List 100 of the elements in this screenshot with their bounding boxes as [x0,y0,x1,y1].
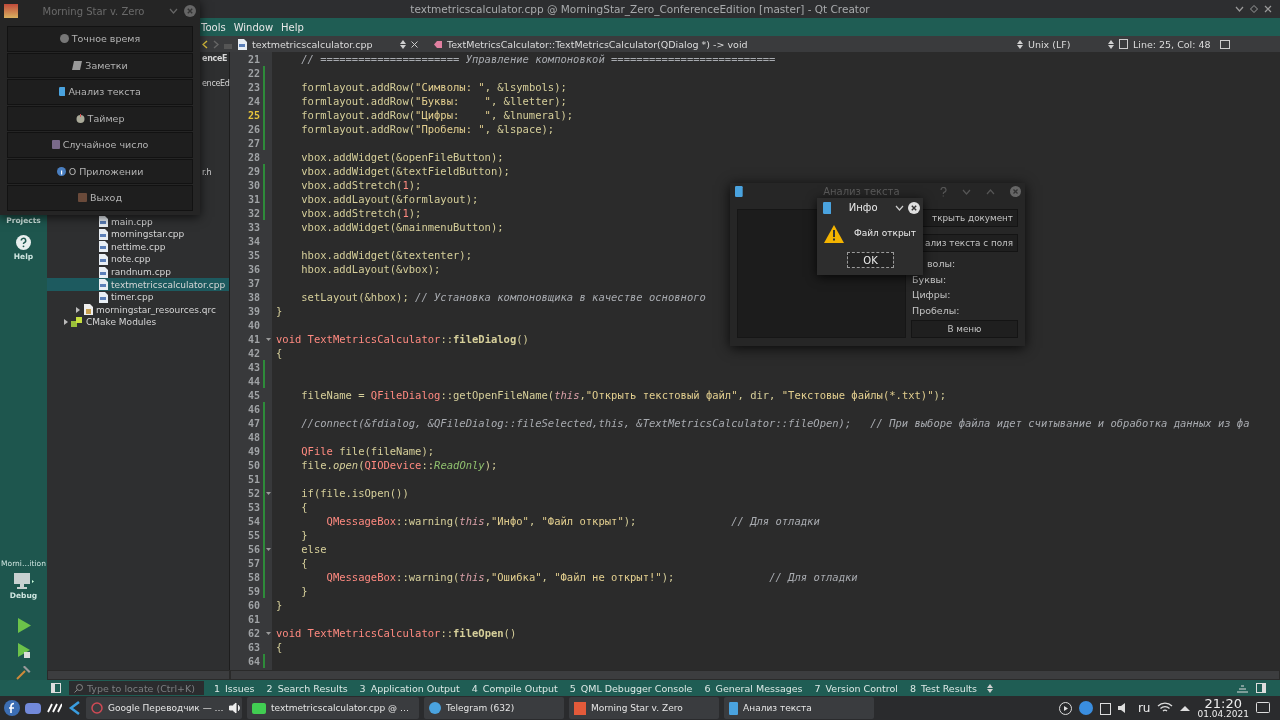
close-icon[interactable] [411,40,418,48]
show-desktop-icon[interactable] [1256,701,1270,715]
fedora-icon[interactable] [4,700,20,716]
tree-item[interactable]: CMake Modules [47,316,229,329]
tree-item[interactable]: note.cpp [47,253,229,266]
speaker-icon[interactable] [228,702,241,714]
tag-icon[interactable] [434,40,442,48]
taskbar-button[interactable]: Morning Star v. Zero [569,697,719,719]
help-icon[interactable] [16,235,31,250]
output-pane-tab[interactable]: 8 Test Results [907,682,979,694]
scrollbar[interactable] [230,670,1280,680]
tree-item[interactable]: morningstar_resources.qrc [47,303,229,317]
menu-button[interactable]: Заметки [7,52,193,78]
tree-item[interactable]: r.h [202,167,212,177]
taskbar-button[interactable]: Анализ текста [724,697,874,719]
menu-button[interactable]: Точное время [7,26,193,52]
updown-arrows-icon[interactable] [1017,39,1023,49]
taskbar-button[interactable]: textmetricscalculator.cpp @ … [247,697,419,719]
hammer-icon[interactable] [16,666,31,680]
fold-arrow-icon[interactable] [266,631,271,635]
close-icon[interactable] [1264,5,1272,13]
debug-run-icon[interactable] [16,643,31,658]
expand-tray-icon[interactable] [1180,705,1191,711]
code-line: void TextMetricsCalculator::fileOpen() [276,627,517,639]
code-line: vbox.addLayout(&formlayout); [300,193,479,205]
stat-label: Пробелы: [911,303,961,318]
menu-item[interactable]: Window [232,21,279,33]
menu-button[interactable]: В меню [911,320,1018,338]
cpp-file-icon [98,216,108,228]
menu-button[interactable]: Таймер [7,105,193,131]
project-name[interactable]: enceE [202,53,228,63]
code-line: QMessageBox::warning(this,"Ошибка", "Файл не открыт!"); // Для отладки [325,571,858,583]
maximize-panel-icon[interactable] [1237,683,1248,693]
updown-arrows-icon[interactable] [987,683,993,693]
tree-item[interactable]: enceEd [202,79,230,88]
keyboard-layout[interactable]: ru [1137,701,1151,715]
menu-item[interactable]: Help [280,21,309,33]
output-pane-tab[interactable]: 3 Application Output [357,682,462,694]
clipboard-icon[interactable] [1099,701,1111,715]
code-editor-icon[interactable] [67,701,81,715]
clock-time: 21:20 [1204,697,1242,710]
tree-item[interactable]: nettime.cpp [47,240,229,254]
line-number: 21 [246,53,260,65]
tree-item[interactable]: textmetricscalculator.cpp [47,278,229,291]
tree-item[interactable]: main.cpp [47,215,229,228]
output-pane-tab[interactable]: 7 Version Control [812,682,900,694]
fold-arrow-icon[interactable] [266,547,271,551]
line-number: 40 [246,319,260,331]
menu-button[interactable]: Анализ текста [7,79,193,105]
tree-item[interactable]: timer.cpp [47,290,229,304]
stat-label: Буквы: [911,272,948,287]
app-logo-icon [4,4,18,18]
run-icon[interactable] [16,618,31,633]
slashes-icon[interactable] [46,703,62,713]
taskbar-button[interactable]: Telegram (632) [424,697,564,719]
document-icon[interactable] [1119,39,1128,49]
output-pane-tab[interactable]: 4 Compile Output [469,682,560,694]
scrollbar[interactable] [47,670,230,680]
app-tray-icon[interactable] [1078,701,1093,715]
line-number: 51 [246,473,260,485]
sidebar-toggle-icon[interactable] [51,683,61,693]
line-endings-selector[interactable]: Unix (LF) [1028,38,1103,50]
menu-button[interactable]: Выход [7,185,193,211]
menu-item[interactable]: Tools [200,21,231,33]
phone-icon [729,701,739,715]
play-icon[interactable] [1058,701,1072,715]
tree-item[interactable]: randnum.cpp [47,265,229,279]
line-number: 43 [246,361,260,373]
locate-field[interactable]: Type to locate (Ctrl+K) [69,681,204,695]
close-icon[interactable] [908,201,920,214]
code-line: } [300,529,308,541]
line-number: 55 [246,529,260,541]
sidebar-toggle-icon[interactable] [1256,683,1266,693]
updown-arrows-icon[interactable] [1108,39,1114,49]
expand-arrow-icon[interactable] [64,319,68,326]
warning-icon [824,225,844,243]
open-file-name[interactable]: textmetricscalculator.cpp [252,38,395,50]
output-pane-tab[interactable]: 5 QML Debugger Console [567,682,695,694]
stat-label: Цифры: [911,288,952,303]
split-icon[interactable] [1220,39,1230,49]
line-number: 63 [246,641,260,653]
monitor-icon[interactable] [12,573,35,589]
symbol-selector[interactable]: TextMetricsCalculator::TextMetricsCalculator(QDialog *) -> void [447,38,1012,50]
output-pane-tab[interactable]: 6 General Messages [702,682,805,694]
code-line: { [276,347,283,359]
menu-button[interactable]: О Приложении [7,158,193,184]
minimize-icon[interactable] [1235,6,1244,12]
fold-arrow-icon[interactable] [266,337,271,341]
code-line: setLayout(&hbox); // Установка компоновщика в качестве основного [300,291,706,303]
tree-item[interactable]: morningstar.cpp [47,227,229,241]
expand-arrow-icon[interactable] [76,306,80,313]
output-pane-tab[interactable]: 1 Issues [212,682,257,694]
taskbar-button[interactable]: Google Переводчик — … [86,697,242,719]
ok-button[interactable]: OK [847,252,894,268]
updown-arrows-icon[interactable] [400,39,406,49]
back-icon[interactable] [202,39,208,49]
menu-button[interactable]: Случайное число [7,132,193,158]
wifi-icon[interactable] [1157,702,1174,714]
output-pane-tab[interactable]: 2 Search Results [264,682,350,694]
fold-arrow-icon[interactable] [266,491,271,495]
